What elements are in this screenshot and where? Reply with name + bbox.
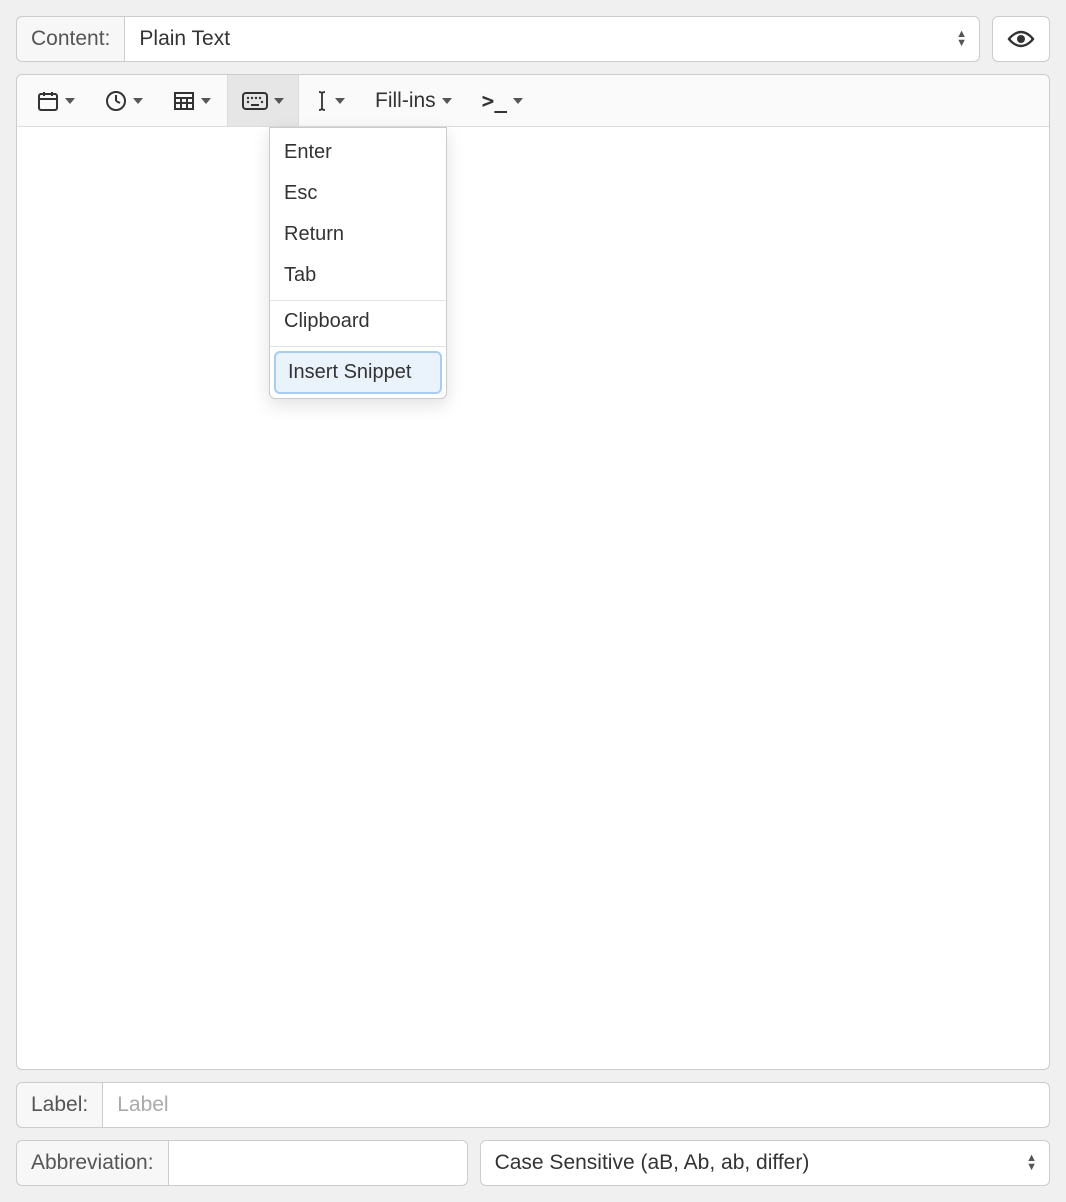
label-input[interactable]: Label xyxy=(102,1082,1050,1128)
chevron-down-icon xyxy=(513,98,523,104)
date-menu[interactable] xyxy=(23,75,89,126)
case-sensitivity-select[interactable]: Case Sensitive (aB, Ab, ab, differ) ▲▼ xyxy=(480,1140,1050,1186)
cursor-menu[interactable] xyxy=(301,75,359,126)
content-label: Content: xyxy=(16,16,124,62)
abbreviation-field: Abbreviation: xyxy=(16,1140,468,1186)
menu-item-esc[interactable]: Esc xyxy=(270,173,446,214)
terminal-icon: >_ xyxy=(482,89,507,113)
menu-item-clipboard[interactable]: Clipboard xyxy=(270,301,446,342)
label-field-label: Label: xyxy=(16,1082,102,1128)
select-arrows-icon: ▲▼ xyxy=(956,30,967,48)
preview-button[interactable] xyxy=(992,16,1050,62)
chevron-down-icon xyxy=(65,98,75,104)
keyboard-menu[interactable] xyxy=(227,75,299,126)
clock-icon xyxy=(105,90,127,112)
fillins-menu[interactable]: Fill-ins xyxy=(361,75,466,126)
keyboard-icon xyxy=(242,92,268,110)
chevron-down-icon xyxy=(201,98,211,104)
editor-toolbar: Fill-ins >_ xyxy=(17,75,1049,127)
cursor-icon xyxy=(315,90,329,112)
editor-panel: Fill-ins >_ Enter Esc Return Tab Clipboa… xyxy=(16,74,1050,1070)
menu-item-insert-snippet[interactable]: Insert Snippet xyxy=(274,351,442,394)
chevron-down-icon xyxy=(442,98,452,104)
label-placeholder: Label xyxy=(117,1093,168,1117)
content-type-select[interactable]: Plain Text ▲▼ xyxy=(124,16,980,62)
content-editor[interactable] xyxy=(17,127,1049,1069)
chevron-down-icon xyxy=(274,98,284,104)
script-menu[interactable]: >_ xyxy=(468,75,537,126)
chevron-down-icon xyxy=(335,98,345,104)
menu-separator xyxy=(270,346,446,347)
case-sensitivity-value: Case Sensitive (aB, Ab, ab, differ) xyxy=(495,1151,810,1175)
eye-icon xyxy=(1007,29,1035,49)
abbreviation-input[interactable] xyxy=(168,1140,468,1186)
keyboard-dropdown: Enter Esc Return Tab Clipboard Insert Sn… xyxy=(269,127,447,399)
content-type-field: Content: Plain Text ▲▼ xyxy=(16,16,980,62)
menu-item-return[interactable]: Return xyxy=(270,214,446,255)
grid-icon xyxy=(173,90,195,112)
abbreviation-label: Abbreviation: xyxy=(16,1140,168,1186)
fillins-label: Fill-ins xyxy=(375,89,436,113)
menu-item-tab[interactable]: Tab xyxy=(270,255,446,296)
time-menu[interactable] xyxy=(91,75,157,126)
select-arrows-icon: ▲▼ xyxy=(1026,1154,1037,1172)
content-type-value: Plain Text xyxy=(139,27,230,51)
label-field: Label: Label xyxy=(16,1082,1050,1128)
calendar-icon xyxy=(37,90,59,112)
datemath-menu[interactable] xyxy=(159,75,225,126)
menu-item-enter[interactable]: Enter xyxy=(270,132,446,173)
chevron-down-icon xyxy=(133,98,143,104)
